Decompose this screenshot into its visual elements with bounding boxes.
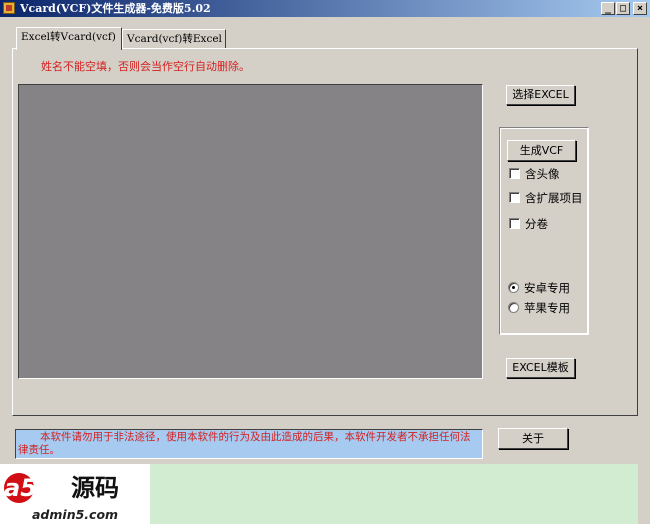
select-excel-button[interactable]: 选择EXCEL — [506, 85, 575, 105]
radio-dot[interactable] — [508, 302, 519, 313]
android-radio[interactable]: 安卓专用 — [508, 281, 570, 295]
logo-site: admin5.com — [32, 507, 119, 522]
site-logo: a5 源码 admin5.com — [0, 464, 150, 524]
radio-dot[interactable] — [508, 282, 519, 293]
checkbox-box[interactable] — [509, 192, 520, 203]
tab-excel-to-vcard[interactable]: Excel转Vcard(vcf) — [16, 27, 122, 50]
disclaimer-text: 本软件请勿用于非法途径，使用本软件的行为及由此造成的后果，本软件开发者不承担任何… — [15, 429, 483, 459]
checkbox-box[interactable] — [509, 218, 520, 229]
app-window: Vcard(VCF)文件生成器-免费版5.02 _ □ × Excel转Vcar… — [0, 0, 650, 524]
excel-preview-grid[interactable] — [18, 84, 483, 379]
app-icon[interactable] — [3, 2, 15, 14]
close-button[interactable]: × — [633, 2, 647, 15]
radio-label: 安卓专用 — [524, 281, 570, 295]
include-extended-checkbox[interactable]: 含扩展项目 — [509, 191, 583, 205]
checkbox-label: 含扩展项目 — [525, 191, 583, 205]
include-avatar-checkbox[interactable]: 含头像 — [509, 167, 560, 181]
title-bar[interactable]: Vcard(VCF)文件生成器-免费版5.02 _ □ × — [0, 0, 650, 17]
apple-radio[interactable]: 苹果专用 — [508, 301, 570, 315]
minimize-button[interactable]: _ — [601, 2, 615, 15]
excel-template-button[interactable]: EXCEL模板 — [506, 358, 575, 378]
checkbox-label: 含头像 — [525, 167, 560, 181]
checkbox-label: 分卷 — [525, 217, 548, 231]
name-required-warning: 姓名不能空填，否则会当作空行自动删除。 — [41, 60, 250, 73]
logo-mark: a5 — [4, 473, 37, 503]
maximize-button[interactable]: □ — [616, 2, 630, 15]
tab-vcard-to-excel[interactable]: Vcard(vcf)转Excel — [122, 29, 226, 49]
logo-text: 源码 — [71, 474, 119, 502]
window-title: Vcard(VCF)文件生成器-免费版5.02 — [20, 2, 211, 15]
radio-label: 苹果专用 — [524, 301, 570, 315]
about-button[interactable]: 关于 — [498, 428, 568, 449]
checkbox-box[interactable] — [509, 168, 520, 179]
generate-vcf-button[interactable]: 生成VCF — [507, 140, 576, 161]
split-volumes-checkbox[interactable]: 分卷 — [509, 217, 548, 231]
